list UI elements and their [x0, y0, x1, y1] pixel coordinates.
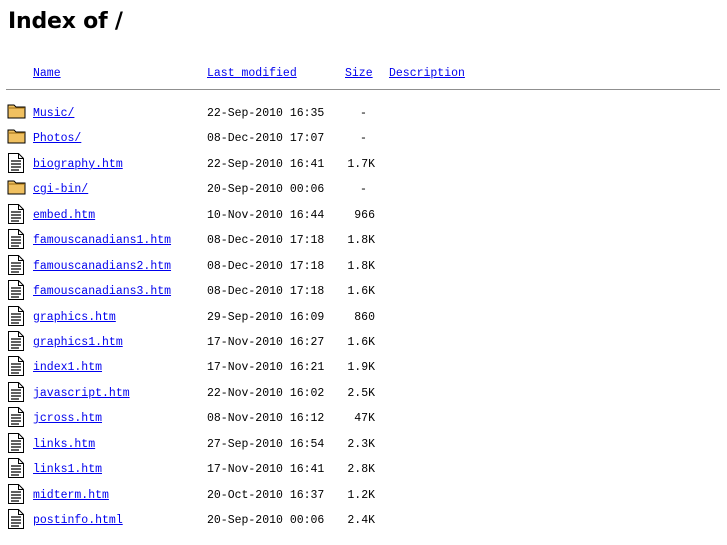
size-value: 860: [354, 310, 375, 324]
file-name-link[interactable]: famouscanadians3.htm: [33, 285, 171, 298]
file-listing: Music/22-Sep-2010 16:35- Photos/08-Dec-20…: [0, 101, 727, 533]
last-modified-value: 08-Dec-2010 17:18: [207, 259, 325, 273]
text-file-icon: [7, 355, 27, 377]
page-title: Index of /: [8, 9, 123, 34]
text-file-icon: [7, 406, 27, 428]
list-item: graphics1.htm 17-Nov-2010 16:27 1.6K: [0, 330, 727, 355]
last-modified-value: 08-Dec-2010 17:18: [207, 234, 325, 248]
list-item: embed.htm 10-Nov-2010 16:44 966: [0, 203, 727, 228]
size-value: -: [360, 183, 367, 197]
sort-by-name-link[interactable]: Name: [33, 67, 61, 83]
file-name-link[interactable]: graphics1.htm: [33, 336, 123, 349]
last-modified-value: 08-Dec-2010 17:18: [207, 285, 325, 299]
size-value: 2.5K: [347, 386, 375, 400]
text-file-icon: [7, 228, 27, 250]
list-item: postinfo.html 20-Sep-2010 00:06 2.4K: [0, 508, 727, 533]
last-modified-value: 22-Nov-2010 16:02: [207, 386, 325, 400]
list-item: Music/22-Sep-2010 16:35 -: [0, 101, 727, 126]
size-value: 2.8K: [347, 463, 375, 477]
file-name-link[interactable]: Music/: [33, 107, 74, 120]
file-name-link[interactable]: javascript.htm: [33, 387, 130, 400]
list-item: midterm.htm 20-Oct-2010 16:37 1.2K: [0, 483, 727, 508]
last-modified-value: 29-Sep-2010 16:09: [207, 310, 325, 324]
size-value: 1.8K: [347, 234, 375, 248]
list-item: Photos/08-Dec-2010 17:07 -: [0, 126, 727, 151]
last-modified-value: 20-Sep-2010 00:06: [207, 183, 325, 197]
file-name-link[interactable]: links1.htm: [33, 463, 102, 476]
last-modified-value: 20-Oct-2010 16:37: [207, 488, 325, 502]
text-file-icon: [7, 152, 27, 174]
list-item: famouscanadians2.htm 08-Dec-2010 17:18 1.8…: [0, 254, 727, 279]
last-modified-value: 08-Nov-2010 16:12: [207, 412, 325, 426]
file-name-link[interactable]: famouscanadians1.htm: [33, 234, 171, 247]
size-value: -: [360, 132, 367, 146]
folder-icon: [7, 178, 27, 200]
text-file-icon: [7, 330, 27, 352]
list-item: links.htm 27-Sep-2010 16:54 2.3K: [0, 432, 727, 457]
size-value: 1.7K: [347, 157, 375, 171]
list-item: graphics.htm 29-Sep-2010 16:09 860: [0, 305, 727, 330]
last-modified-value: 17-Nov-2010 16:27: [207, 335, 325, 349]
size-value: 47K: [354, 412, 375, 426]
sort-by-size-link[interactable]: Size: [345, 67, 373, 83]
size-value: 1.6K: [347, 335, 375, 349]
list-item: index1.htm 17-Nov-2010 16:21 1.9K: [0, 355, 727, 380]
list-item: biography.htm 22-Sep-2010 16:41 1.7K: [0, 152, 727, 177]
list-item: famouscanadians3.htm 08-Dec-2010 17:18 1.6…: [0, 279, 727, 304]
file-name-link[interactable]: jcross.htm: [33, 412, 102, 425]
file-name-link[interactable]: embed.htm: [33, 209, 95, 222]
list-item: cgi-bin/20-Sep-2010 00:06 -: [0, 177, 727, 202]
size-value: -: [360, 107, 367, 120]
file-name-link[interactable]: Photos/: [33, 132, 81, 145]
last-modified-value: 22-Sep-2010 16:35: [207, 107, 325, 120]
last-modified-value: 10-Nov-2010 16:44: [207, 208, 325, 222]
size-value: 1.2K: [347, 488, 375, 502]
text-file-icon: [7, 432, 27, 454]
size-value: 1.8K: [347, 259, 375, 273]
file-name-link[interactable]: cgi-bin/: [33, 183, 88, 196]
file-name-link[interactable]: links.htm: [33, 438, 95, 451]
file-name-link[interactable]: index1.htm: [33, 361, 102, 374]
folder-icon: [7, 102, 27, 124]
file-name-link[interactable]: midterm.htm: [33, 489, 109, 502]
text-file-icon: [7, 483, 27, 505]
last-modified-value: 08-Dec-2010 17:07: [207, 132, 325, 146]
text-file-icon: [7, 254, 27, 276]
size-value: 1.9K: [347, 361, 375, 375]
size-value: 966: [354, 208, 375, 222]
text-file-icon: [7, 279, 27, 301]
text-file-icon: [7, 457, 27, 479]
size-value: 2.4K: [347, 514, 375, 527]
file-name-link[interactable]: biography.htm: [33, 158, 123, 171]
list-item: javascript.htm 22-Nov-2010 16:02 2.5K: [0, 381, 727, 406]
header-divider: [6, 89, 720, 90]
text-file-icon: [7, 381, 27, 403]
list-item: famouscanadians1.htm 08-Dec-2010 17:18 1.8…: [0, 228, 727, 253]
last-modified-value: 22-Sep-2010 16:41: [207, 157, 325, 171]
file-name-link[interactable]: famouscanadians2.htm: [33, 260, 171, 273]
list-item: jcross.htm 08-Nov-2010 16:12 47K: [0, 406, 727, 431]
list-item: links1.htm 17-Nov-2010 16:41 2.8K: [0, 457, 727, 482]
size-value: 2.3K: [347, 437, 375, 451]
last-modified-value: 27-Sep-2010 16:54: [207, 437, 325, 451]
last-modified-value: 17-Nov-2010 16:21: [207, 361, 325, 375]
text-file-icon: [7, 305, 27, 327]
size-value: 1.6K: [347, 285, 375, 299]
text-file-icon: [7, 508, 27, 530]
file-name-link[interactable]: graphics.htm: [33, 311, 116, 324]
file-name-link[interactable]: postinfo.html: [33, 514, 123, 527]
sort-by-last-modified-link[interactable]: Last modified: [207, 67, 297, 83]
folder-icon: [7, 127, 27, 149]
last-modified-value: 17-Nov-2010 16:41: [207, 463, 325, 477]
last-modified-value: 20-Sep-2010 00:06: [207, 514, 325, 527]
sort-by-description-link[interactable]: Description: [389, 67, 465, 83]
text-file-icon: [7, 203, 27, 225]
